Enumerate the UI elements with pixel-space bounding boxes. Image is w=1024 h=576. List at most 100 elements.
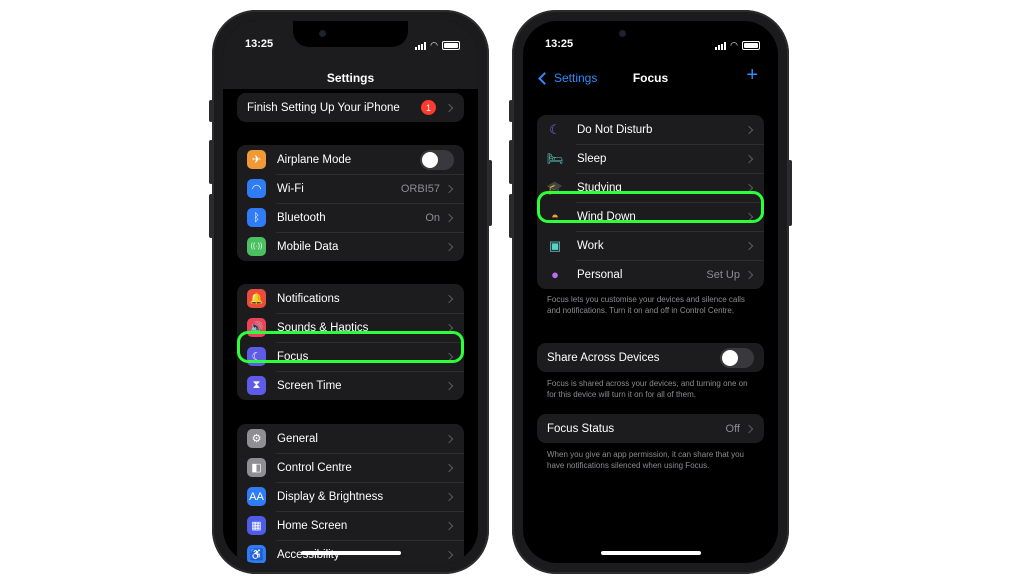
focus-status-value: Off xyxy=(725,422,740,435)
airplane-icon: ✈ xyxy=(247,150,266,169)
chevron-right-icon xyxy=(444,492,454,501)
notification-badge: 1 xyxy=(421,100,436,115)
row-label: Airplane Mode xyxy=(277,153,352,166)
row-label: Bluetooth xyxy=(277,211,326,224)
grid-icon: ▦ xyxy=(247,516,266,535)
row-label: Notifications xyxy=(277,292,340,305)
wind-down-highlight xyxy=(537,191,764,223)
wifi-status-icon: ◠ xyxy=(430,40,438,50)
row-label: Wi-Fi xyxy=(277,182,304,195)
switches-icon: ◧ xyxy=(247,458,266,477)
bed-icon: 🛏 xyxy=(546,150,564,166)
row-label: Home Screen xyxy=(277,519,348,532)
focus-status-label: Focus Status xyxy=(547,422,615,435)
airplane-mode-toggle[interactable] xyxy=(420,149,454,170)
home-indicator[interactable] xyxy=(601,551,701,555)
chevron-right-icon xyxy=(744,270,754,279)
person-icon: ● xyxy=(551,267,559,282)
row-label: Sleep xyxy=(577,152,607,165)
finish-setup-row[interactable]: Finish Setting Up Your iPhone 1 xyxy=(237,93,464,122)
settings-row-notifications[interactable]: 🔔 Notifications xyxy=(237,284,464,313)
settings-row-personal[interactable]: ● Personal Set Up xyxy=(537,260,764,289)
row-label: Do Not Disturb xyxy=(577,123,653,136)
row-label: Mobile Data xyxy=(277,240,339,253)
settings-row-screen-time[interactable]: ⧗ Screen Time xyxy=(237,371,464,400)
row-value: ORBI57 xyxy=(400,182,440,195)
home-indicator[interactable] xyxy=(301,551,401,555)
settings-row-work[interactable]: ▣ Work xyxy=(537,231,764,260)
status-icons: ◠ xyxy=(715,40,760,51)
row-label: Work xyxy=(577,239,604,252)
chevron-right-icon xyxy=(744,241,754,250)
notch xyxy=(293,21,408,47)
focus-screen: 13:25 ◠ Settings Focus + ☾ Do Not Disturb… xyxy=(523,21,778,563)
general-group: ⚙ General ◧ Control Centre AA Display & Brigh… xyxy=(237,424,464,563)
settings-screen: 13:25 ◠ Settings Finish Setting Up Your … xyxy=(223,21,478,563)
chevron-right-icon xyxy=(444,434,454,443)
chevron-right-icon xyxy=(444,294,454,303)
focus-status-group: Focus Status Off xyxy=(537,414,764,443)
focus-highlight xyxy=(237,331,464,363)
settings-row-general[interactable]: ⚙ General xyxy=(237,424,464,453)
share-across-devices-row: Share Across Devices xyxy=(537,343,764,372)
share-toggle[interactable] xyxy=(720,347,754,368)
chevron-right-icon xyxy=(444,213,454,222)
settings-row-display-brightness[interactable]: AA Display & Brightness xyxy=(237,482,464,511)
battery-icon xyxy=(442,41,460,50)
settings-row-control-centre[interactable]: ◧ Control Centre xyxy=(237,453,464,482)
focus-note: Focus lets you customise your devices an… xyxy=(547,295,745,315)
row-value: On xyxy=(425,211,440,224)
notch xyxy=(593,21,708,47)
settings-row-do-not-disturb[interactable]: ☾ Do Not Disturb xyxy=(537,115,764,144)
row-label: Screen Time xyxy=(277,379,342,392)
setup-group: Finish Setting Up Your iPhone 1 xyxy=(237,93,464,122)
signal-icon xyxy=(715,41,727,50)
page-title: Settings xyxy=(326,71,375,85)
accessibility-icon: ♿ xyxy=(247,545,266,563)
left-iphone-frame: 13:25 ◠ Settings Finish Setting Up Your … xyxy=(209,10,492,574)
status-time: 13:25 xyxy=(545,38,574,50)
share-label: Share Across Devices xyxy=(547,351,660,364)
connectivity-group: ✈ Airplane Mode ◠ Wi-Fi ORBI57 ᛒ Bluetooth On ((… xyxy=(237,145,464,261)
share-note: Focus is shared across your devices, and… xyxy=(547,379,748,399)
settings-row-home-screen[interactable]: ▦ Home Screen xyxy=(237,511,464,540)
chevron-right-icon xyxy=(744,154,754,163)
chevron-right-icon xyxy=(444,463,454,472)
wifi-icon: ◠ xyxy=(247,179,266,198)
right-iphone-frame: 13:25 ◠ Settings Focus + ☾ Do Not Disturb… xyxy=(509,10,792,574)
settings-row-sleep[interactable]: 🛏 Sleep xyxy=(537,144,764,173)
bluetooth-icon: ᛒ xyxy=(247,208,266,227)
chevron-right-icon xyxy=(444,550,454,559)
hourglass-icon: ⧗ xyxy=(247,376,266,395)
share-group: Share Across Devices xyxy=(537,343,764,372)
gear-icon: ⚙ xyxy=(247,429,266,448)
display-icon: AA xyxy=(247,487,266,506)
chevron-right-icon xyxy=(444,521,454,530)
settings-row-airplane-mode[interactable]: ✈ Airplane Mode xyxy=(237,145,464,174)
status-time: 13:25 xyxy=(245,38,274,50)
chevron-right-icon xyxy=(744,424,754,433)
chevron-right-icon xyxy=(444,184,454,193)
settings-row-bluetooth[interactable]: ᛒ Bluetooth On xyxy=(237,203,464,232)
row-value: Set Up xyxy=(706,268,740,281)
signal-icon xyxy=(415,41,427,50)
chevron-right-icon xyxy=(444,103,454,112)
settings-row-wi-fi[interactable]: ◠ Wi-Fi ORBI57 xyxy=(237,174,464,203)
focus-status-row[interactable]: Focus Status Off xyxy=(537,414,764,443)
wifi-status-icon: ◠ xyxy=(730,40,738,50)
status-note: When you give an app permission, it can … xyxy=(547,450,744,470)
bell-icon: 🔔 xyxy=(247,289,266,308)
status-icons: ◠ xyxy=(415,40,460,51)
moon-icon: ☾ xyxy=(549,121,561,137)
antenna-icon: ((·)) xyxy=(247,237,266,256)
page-title: Focus xyxy=(632,71,669,85)
battery-icon xyxy=(742,41,760,50)
row-label: General xyxy=(277,432,318,445)
chevron-right-icon xyxy=(744,125,754,134)
settings-row-mobile-data[interactable]: ((·)) Mobile Data xyxy=(237,232,464,261)
chevron-right-icon xyxy=(444,381,454,390)
row-label: Personal xyxy=(577,268,623,281)
finish-setup-label: Finish Setting Up Your iPhone xyxy=(247,101,400,114)
add-focus-button[interactable]: + xyxy=(746,65,758,85)
chevron-right-icon xyxy=(444,242,454,251)
